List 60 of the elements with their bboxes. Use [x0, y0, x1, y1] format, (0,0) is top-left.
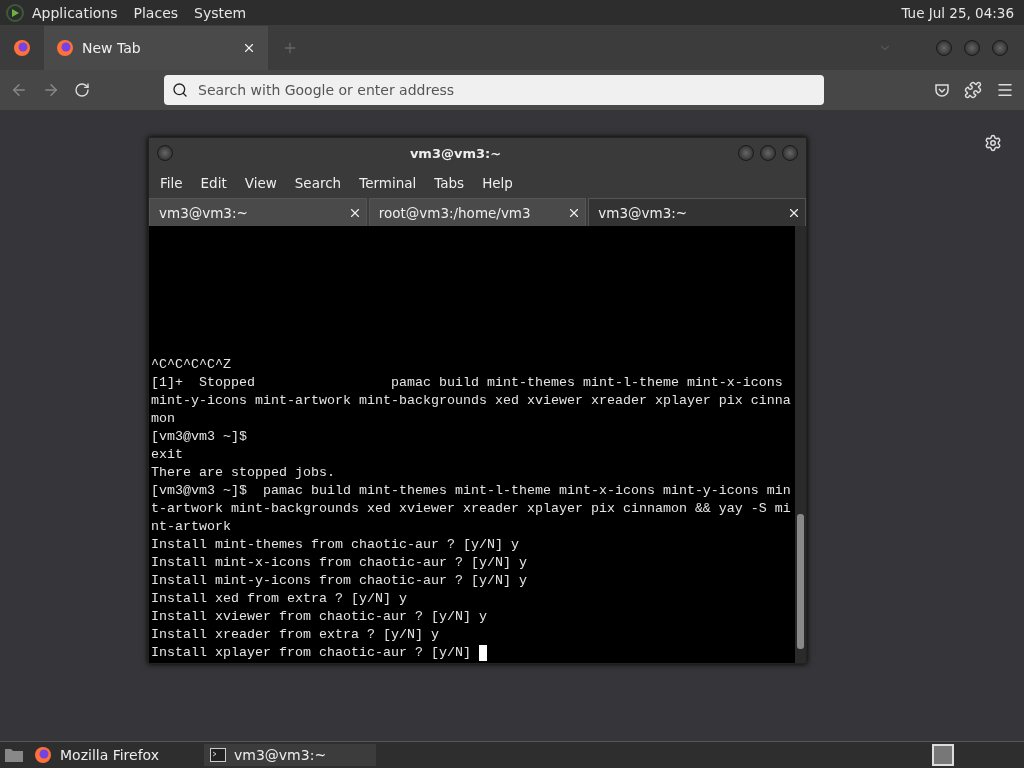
window-menu-icon[interactable] — [157, 145, 173, 161]
search-icon — [172, 82, 188, 98]
window-control-icon[interactable] — [936, 39, 952, 56]
terminal-tab[interactable]: vm3@vm3:~ — [149, 198, 367, 226]
menu-item[interactable]: View — [235, 175, 286, 191]
extensions-icon[interactable] — [964, 81, 982, 99]
reload-icon[interactable] — [74, 82, 90, 98]
terminal-line: Install xreader from extra ? [y/N] y — [151, 626, 439, 644]
terminal-line: exit — [151, 446, 183, 464]
terminal-line: Install xviewer from chaotic-aur ? [y/N] y — [151, 608, 487, 626]
menu-item[interactable]: Search — [285, 175, 351, 191]
taskbar-item[interactable]: vm3@vm3:~ — [204, 744, 376, 766]
terminal-line: [1]+ Stopped pamac build mint-themes mint-l-theme mint-x-icons — [151, 374, 783, 392]
window-control-icon[interactable] — [992, 39, 1008, 56]
terminal-line: Install mint-x-icons from chaotic-aur ? [y/N] y — [151, 554, 527, 572]
logo-icon[interactable] — [6, 3, 24, 22]
forward-icon[interactable] — [42, 81, 60, 99]
terminal-line: Install xplayer from chaotic-aur ? [y/N] — [151, 644, 472, 662]
terminal-line: nt-artwork — [151, 518, 231, 536]
folder-icon[interactable] — [4, 747, 24, 763]
menu-item[interactable]: Tabs — [425, 175, 474, 191]
terminal-line: mon — [151, 410, 175, 428]
terminal-line: Install mint-y-icons from chaotic-aur ? [y/N] y — [151, 572, 527, 590]
window-title: vm3@vm3:~ — [408, 145, 503, 161]
scrollbar-thumb[interactable] — [797, 514, 804, 649]
pocket-icon[interactable] — [934, 82, 950, 98]
terminal-line: Install xed from extra ? [y/N] y — [151, 590, 407, 608]
window-control-icon[interactable] — [738, 145, 754, 161]
terminal-line: t-artwork mint-backgrounds xed xviewer xreader xplayer pix cinnamon && yay -S mi — [151, 500, 791, 518]
window-control-icon[interactable] — [782, 145, 798, 161]
address-field[interactable]: Search with Google or enter address — [164, 75, 824, 105]
clock[interactable]: Tue Jul 25, 04:36 — [901, 4, 1018, 21]
terminal-line: Install mint-themes from chaotic-aur ? [y/N] y — [151, 536, 519, 554]
terminal-line: There are stopped jobs. — [151, 464, 335, 482]
terminal-tab[interactable]: vm3@vm3:~ — [588, 198, 806, 226]
menu-item[interactable]: Edit — [191, 175, 236, 191]
panel-menu[interactable]: System — [186, 4, 255, 21]
browser-tab[interactable]: New Tab — [44, 25, 268, 70]
terminal-line: [vm3@vm3 ~]$ — [151, 428, 247, 446]
workspace-icon[interactable] — [932, 744, 954, 766]
panel-menu[interactable]: Applications — [24, 4, 126, 21]
menu-item[interactable]: File — [151, 175, 192, 191]
browser-logo-icon[interactable] — [13, 38, 31, 57]
menu-item[interactable]: Terminal — [350, 175, 426, 191]
terminal-icon — [210, 748, 226, 762]
back-icon[interactable] — [10, 81, 28, 99]
menu-item[interactable]: Help — [473, 175, 522, 191]
window-control-icon[interactable] — [964, 39, 980, 56]
terminal-line: ^C^C^C^C^Z — [151, 356, 231, 374]
terminal-line: mint-y-icons mint-artwork mint-backgrounds xed xviewer xreader xplayer pix cinna — [151, 392, 791, 410]
taskbar-item[interactable]: Mozilla Firefox — [28, 744, 200, 766]
firefox-icon[interactable] — [56, 38, 74, 57]
terminal-line: [vm3@vm3 ~]$ pamac build mint-themes mint-l-theme mint-x-icons mint-y-icons min — [151, 482, 791, 500]
settings-icon[interactable] — [984, 134, 1002, 152]
cursor — [478, 645, 487, 661]
terminal-tab[interactable]: root@vm3:/home/vm3 — [368, 198, 587, 226]
panel-menu[interactable]: Places — [125, 4, 187, 21]
window-control-icon[interactable] — [760, 145, 776, 161]
firefox-icon[interactable] — [34, 746, 52, 764]
menu-icon[interactable] — [996, 81, 1014, 99]
